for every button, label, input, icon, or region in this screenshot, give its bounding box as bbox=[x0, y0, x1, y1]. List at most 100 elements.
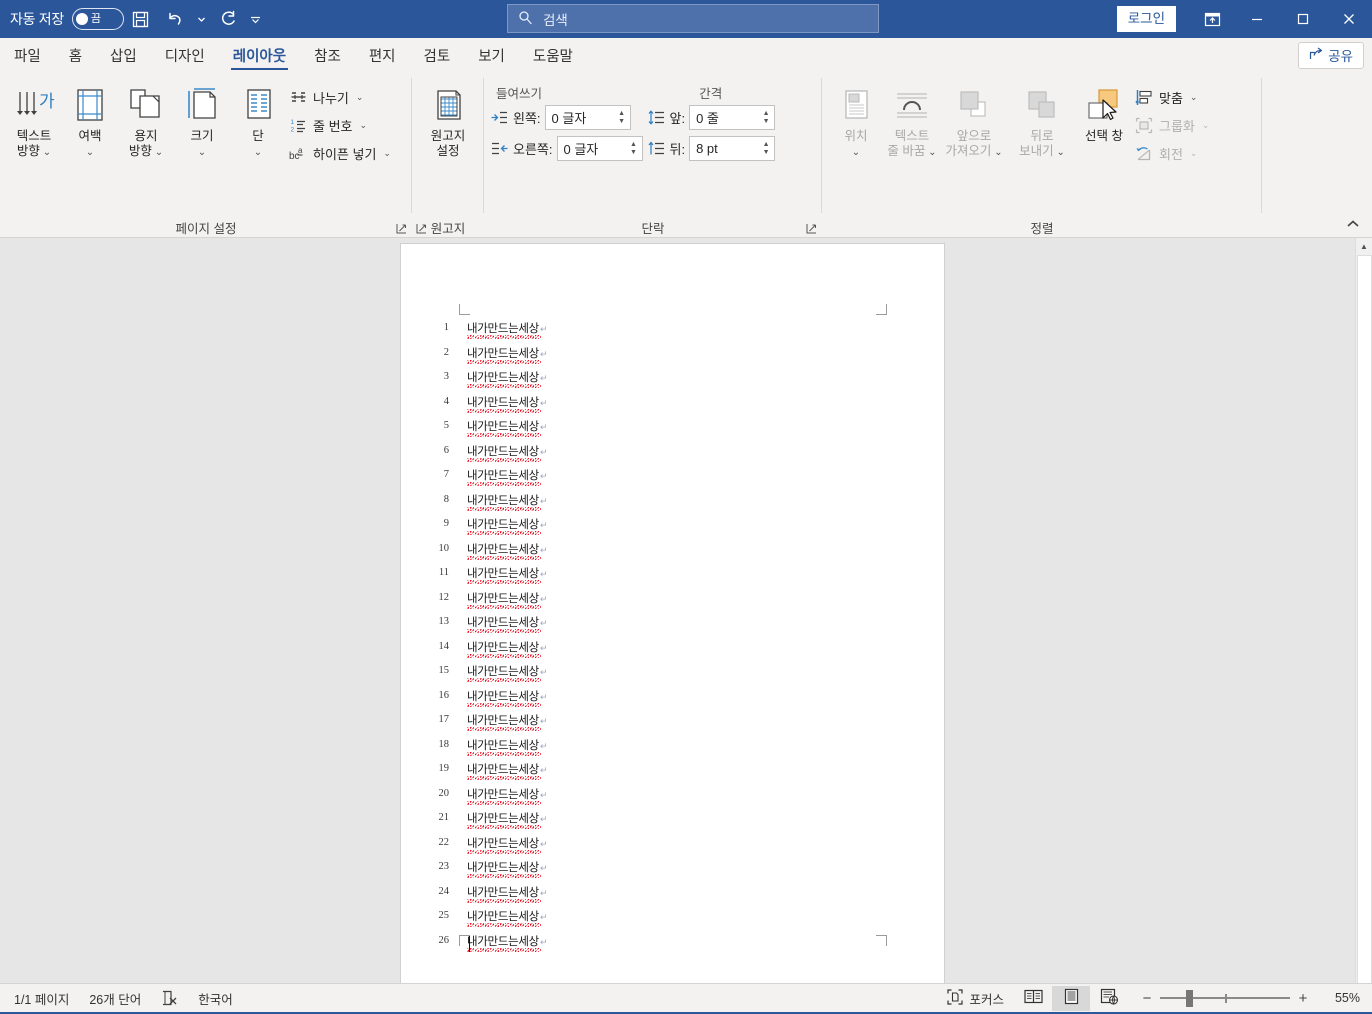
document-line-row[interactable]: 1 내가만드는세상↵ bbox=[401, 320, 944, 345]
document-canvas[interactable]: 1 내가만드는세상↵ 2 내가만드는세상↵ 3 내가만드는세상↵ 4 내가만드는세상↵ 5 내가만… bbox=[0, 238, 1355, 983]
size-button[interactable]: 크기 ⌄ bbox=[174, 79, 230, 159]
print-layout-button[interactable] bbox=[1052, 985, 1090, 1011]
document-line-row[interactable]: 23 내가만드는세상↵ bbox=[401, 859, 944, 884]
margins-button[interactable]: 여백 ⌄ bbox=[62, 79, 118, 159]
tab-layout[interactable]: 레이아웃 bbox=[219, 38, 300, 72]
language-indicator[interactable]: 한국어 bbox=[188, 984, 243, 1013]
vertical-scrollbar[interactable]: ▲ ▼ bbox=[1355, 238, 1372, 983]
zoom-slider[interactable] bbox=[1160, 988, 1290, 1008]
document-line-row[interactable]: 26 내가만드는세상↵ bbox=[401, 933, 944, 958]
save-icon[interactable] bbox=[124, 4, 158, 34]
scroll-up-icon[interactable]: ▲ bbox=[1355, 238, 1372, 255]
document-line-row[interactable]: 13 내가만드는세상↵ bbox=[401, 614, 944, 639]
send-backward-button[interactable]: 뒤로 보내기 ⌄ bbox=[1008, 79, 1076, 159]
document-line-text[interactable]: 내가만드는세상↵ bbox=[467, 492, 548, 511]
document-line-row[interactable]: 12 내가만드는세상↵ bbox=[401, 590, 944, 615]
document-line-text[interactable]: 내가만드는세상↵ bbox=[467, 345, 548, 364]
autosave-toggle[interactable]: 끔 bbox=[71, 8, 124, 30]
document-line-row[interactable]: 14 내가만드는세상↵ bbox=[401, 639, 944, 664]
undo-dropdown-chevron-down-icon[interactable] bbox=[192, 4, 212, 34]
spinner-arrows-icon[interactable]: ▲ ▼ bbox=[758, 110, 774, 125]
vertical-scrollbar-track[interactable] bbox=[1355, 255, 1372, 983]
word-count[interactable]: 26개 단어 bbox=[79, 984, 151, 1013]
tab-mailings[interactable]: 편지 bbox=[355, 38, 410, 72]
document-line-text[interactable]: 내가만드는세상↵ bbox=[467, 418, 548, 437]
zoom-level-label[interactable]: 55% bbox=[1322, 991, 1368, 1005]
document-line-row[interactable]: 19 내가만드는세상↵ bbox=[401, 761, 944, 786]
spinner-arrows-icon[interactable]: ▲ ▼ bbox=[626, 141, 642, 156]
redo-icon[interactable] bbox=[212, 4, 246, 34]
document-line-row[interactable]: 11 내가만드는세상↵ bbox=[401, 565, 944, 590]
document-line-row[interactable]: 16 내가만드는세상↵ bbox=[401, 688, 944, 713]
undo-icon[interactable] bbox=[158, 4, 192, 34]
spinner-arrows-icon[interactable]: ▲ ▼ bbox=[758, 141, 774, 156]
document-line-text[interactable]: 내가만드는세상↵ bbox=[467, 786, 548, 805]
minimize-button[interactable] bbox=[1234, 0, 1280, 38]
document-line-text[interactable]: 내가만드는세상↵ bbox=[467, 565, 548, 584]
zoom-in-icon[interactable]: + bbox=[1290, 990, 1316, 1007]
vertical-scrollbar-thumb[interactable] bbox=[1356, 255, 1372, 983]
document-line-row[interactable]: 17 내가만드는세상↵ bbox=[401, 712, 944, 737]
spinner-arrows-icon[interactable]: ▲ ▼ bbox=[614, 110, 630, 125]
share-button[interactable]: 공유 bbox=[1298, 41, 1364, 69]
group-button[interactable]: 그룹화 ⌄ bbox=[1132, 112, 1215, 139]
indent-right-input[interactable]: 0 글자 ▲ ▼ bbox=[556, 136, 643, 161]
document-line-row[interactable]: 24 내가만드는세상↵ bbox=[401, 884, 944, 909]
tab-references[interactable]: 참조 bbox=[300, 38, 355, 72]
document-line-text[interactable]: 내가만드는세상↵ bbox=[467, 516, 548, 535]
document-line-row[interactable]: 5 내가만드는세상↵ bbox=[401, 418, 944, 443]
document-line-text[interactable]: 내가만드는세상↵ bbox=[467, 639, 548, 658]
document-line-text[interactable]: 내가만드는세상↵ bbox=[467, 394, 548, 413]
orientation-button[interactable]: 용지 방향 ⌄ bbox=[118, 79, 174, 159]
document-line-text[interactable]: 내가만드는세상↵ bbox=[467, 688, 548, 707]
text-direction-button[interactable]: 가 텍스트 방향 ⌄ bbox=[6, 79, 62, 159]
proofing-errors-icon[interactable] bbox=[151, 984, 188, 1013]
bring-forward-button[interactable]: 앞으로 가져오기 ⌄ bbox=[940, 79, 1008, 159]
document-line-text[interactable]: 내가만드는세상↵ bbox=[467, 712, 548, 731]
columns-button[interactable]: 단 ⌄ bbox=[230, 79, 286, 159]
ribbon-display-options-icon[interactable] bbox=[1190, 0, 1234, 38]
document-line-row[interactable]: 15 내가만드는세상↵ bbox=[401, 663, 944, 688]
document-line-row[interactable]: 10 내가만드는세상↵ bbox=[401, 541, 944, 566]
zoom-out-icon[interactable]: − bbox=[1134, 990, 1160, 1007]
paragraph-dialog-launcher-icon[interactable] bbox=[804, 221, 818, 235]
focus-mode-button[interactable]: 포커스 bbox=[937, 984, 1014, 1013]
document-line-text[interactable]: 내가만드는세상↵ bbox=[467, 467, 548, 486]
close-button[interactable] bbox=[1326, 0, 1372, 38]
page-setup-dialog-launcher-icon[interactable] bbox=[394, 221, 408, 235]
line-numbers-button[interactable]: 12 줄 번호 ⌄ bbox=[286, 112, 397, 139]
document-line-text[interactable]: 내가만드는세상↵ bbox=[467, 908, 548, 927]
document-line-row[interactable]: 8 내가만드는세상↵ bbox=[401, 492, 944, 517]
document-line-row[interactable]: 20 내가만드는세상↵ bbox=[401, 786, 944, 811]
document-page[interactable]: 1 내가만드는세상↵ 2 내가만드는세상↵ 3 내가만드는세상↵ 4 내가만드는세상↵ 5 내가만… bbox=[401, 244, 944, 983]
document-line-row[interactable]: 18 내가만드는세상↵ bbox=[401, 737, 944, 762]
tab-help[interactable]: 도움말 bbox=[519, 38, 587, 72]
document-line-text[interactable]: 내가만드는세상↵ bbox=[467, 369, 548, 388]
login-button[interactable]: 로그인 bbox=[1116, 6, 1176, 32]
document-line-row[interactable]: 25 내가만드는세상↵ bbox=[401, 908, 944, 933]
tab-design[interactable]: 디자인 bbox=[151, 38, 219, 72]
position-button[interactable]: 위치 ⌄ bbox=[828, 79, 884, 159]
rotate-button[interactable]: 회전 ⌄ bbox=[1132, 140, 1215, 167]
document-line-row[interactable]: 2 내가만드는세상↵ bbox=[401, 345, 944, 370]
align-button[interactable]: 맞춤 ⌄ bbox=[1132, 84, 1215, 111]
document-line-text[interactable]: 내가만드는세상↵ bbox=[467, 443, 548, 462]
indent-left-input[interactable]: 0 글자 ▲ ▼ bbox=[544, 105, 631, 130]
document-line-text[interactable]: 내가만드는세상↵ bbox=[467, 320, 548, 339]
wrap-text-button[interactable]: 텍스트 줄 바꿈 ⌄ bbox=[884, 79, 940, 159]
document-line-text[interactable]: 내가만드는세상↵ bbox=[467, 835, 548, 854]
qat-more-chevron-down-icon[interactable] bbox=[246, 4, 266, 34]
document-line-text[interactable]: 내가만드는세상↵ bbox=[467, 614, 548, 633]
spacing-before-input[interactable]: 0 줄 ▲ ▼ bbox=[689, 105, 776, 130]
document-line-row[interactable]: 9 내가만드는세상↵ bbox=[401, 516, 944, 541]
tab-review[interactable]: 검토 bbox=[410, 38, 465, 72]
document-line-row[interactable]: 6 내가만드는세상↵ bbox=[401, 443, 944, 468]
document-line-row[interactable]: 22 내가만드는세상↵ bbox=[401, 835, 944, 860]
manuscript-paper-dialog-launcher-icon[interactable] bbox=[414, 221, 428, 235]
manuscript-paper-setup-button[interactable]: 원고지 설정 bbox=[420, 79, 476, 159]
document-line-text[interactable]: 내가만드는세상↵ bbox=[467, 737, 548, 756]
breaks-button[interactable]: 나누기 ⌄ bbox=[286, 84, 397, 111]
spacing-after-input[interactable]: 8 pt ▲ ▼ bbox=[689, 136, 776, 161]
read-mode-button[interactable] bbox=[1014, 986, 1052, 1011]
tab-home[interactable]: 홈 bbox=[55, 38, 96, 72]
